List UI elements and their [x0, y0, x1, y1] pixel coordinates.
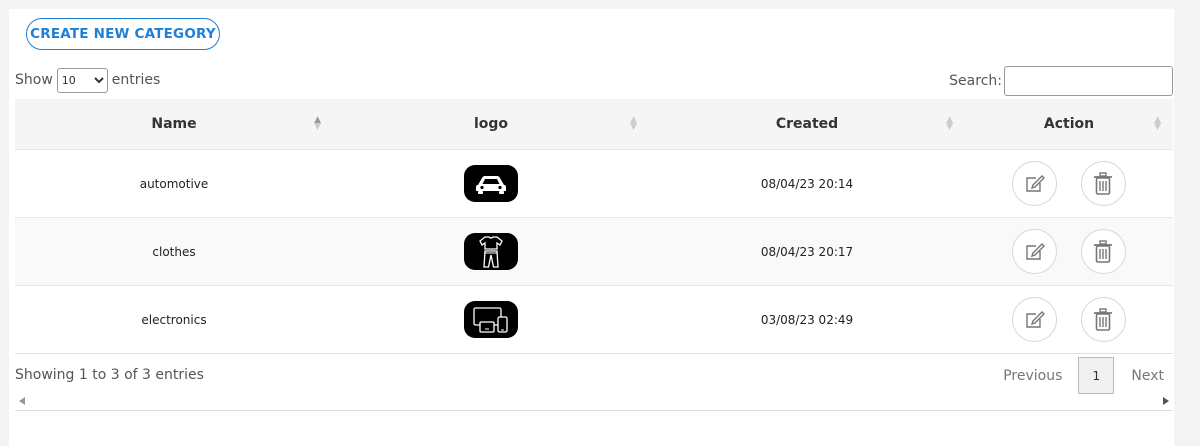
delete-button[interactable] [1080, 161, 1126, 206]
entries-per-page-select[interactable]: 10 [56, 67, 108, 93]
category-panel: CREATE NEW CATEGORY Show 10 entries Sear… [9, 9, 1174, 446]
column-header-action[interactable]: Action ▲ ▼ [965, 99, 1173, 150]
table-row: automotive 08/04/23 20:14 [15, 149, 1173, 218]
edit-button[interactable] [1012, 229, 1058, 274]
next-page-button[interactable]: Next [1131, 368, 1164, 384]
category-name: automotive [15, 149, 333, 218]
column-header-name[interactable]: Name ▲ ▼ [15, 99, 333, 150]
category-table: Name ▲▼ logo ▲▼ Created ▲▼ Action ▲▼ [15, 99, 1173, 354]
horizontal-scrollbar[interactable] [15, 394, 1173, 411]
previous-page-button[interactable]: Previous [1003, 368, 1062, 384]
table-row: electronics 03/08/23 02:49 [15, 285, 1173, 354]
length-control: Show 10 entries [15, 67, 160, 93]
column-header-created[interactable]: Created ▲ ▼ [649, 99, 965, 150]
table-row: clothes 08/04/23 20:17 [15, 217, 1173, 286]
edit-button[interactable] [1012, 297, 1058, 342]
table-header-row: Name ▲ ▼ logo ▲ ▼ Created ▲ ▼ Action ▲ ▼ [15, 99, 1173, 150]
delete-button[interactable] [1080, 297, 1126, 342]
created-date: 03/08/23 02:49 [649, 285, 965, 354]
table-info: Showing 1 to 3 of 3 entries [15, 367, 204, 383]
edit-button[interactable] [1012, 161, 1058, 206]
pagination: Previous 1 Next [1003, 357, 1164, 394]
devices-icon [464, 301, 518, 338]
scroll-right-arrow-icon[interactable] [1163, 397, 1169, 405]
car-icon [464, 165, 518, 202]
clothes-icon [464, 233, 518, 270]
created-date: 08/04/23 20:14 [649, 149, 965, 218]
search-label: Search: [949, 73, 1002, 89]
show-label: Show [15, 72, 53, 88]
page-1-button[interactable]: 1 [1078, 357, 1115, 394]
edit-icon [1025, 310, 1045, 328]
column-header-logo[interactable]: logo ▲ ▼ [333, 99, 649, 150]
created-date: 08/04/23 20:17 [649, 217, 965, 286]
sort-icon: ▲ ▼ [1154, 115, 1161, 132]
search-control: Search: [949, 66, 1173, 96]
trash-icon [1094, 307, 1113, 331]
scroll-left-arrow-icon[interactable] [19, 397, 25, 405]
category-name: electronics [15, 285, 333, 354]
sort-ascending-icon: ▲ ▼ [314, 115, 321, 132]
edit-icon [1025, 242, 1045, 260]
create-category-button[interactable]: CREATE NEW CATEGORY [26, 18, 220, 50]
edit-icon [1025, 174, 1045, 192]
sort-icon: ▲ ▼ [946, 115, 953, 132]
trash-icon [1094, 171, 1113, 195]
delete-button[interactable] [1080, 229, 1126, 274]
search-input[interactable] [1004, 66, 1173, 96]
entries-label: entries [111, 72, 161, 88]
trash-icon [1094, 239, 1113, 263]
category-name: clothes [15, 217, 333, 286]
sort-icon: ▲ ▼ [630, 115, 637, 132]
